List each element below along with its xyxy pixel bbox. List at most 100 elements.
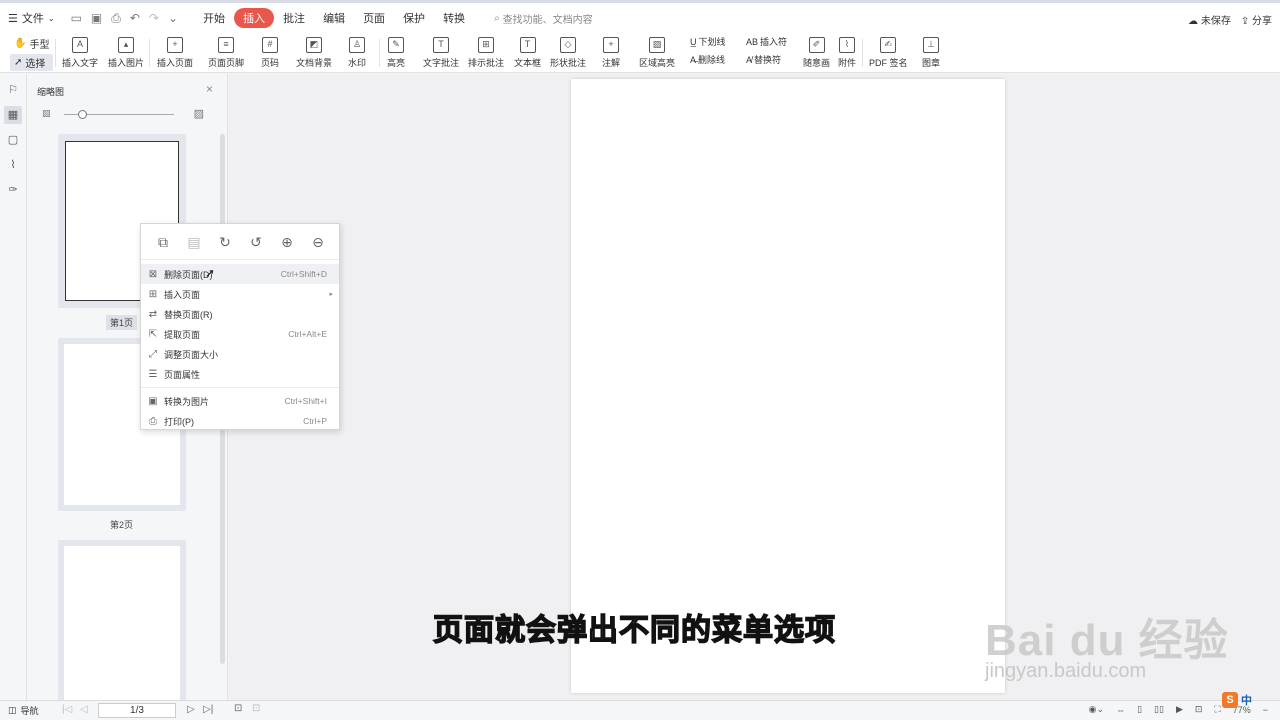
strikethrough-button[interactable]: A̶ 删除线 [690,53,725,66]
insert-page-button[interactable]: + 插入页面 [157,33,193,69]
save-icon[interactable]: ▣ [91,11,102,26]
watermark-brand: Bai du 经验 [985,616,1229,665]
select-tool-label: 选择 [25,59,46,70]
layout-comment-button[interactable]: ⊞ 排示批注 [468,33,504,69]
fit-width-icon[interactable]: ⇔ [1116,705,1125,715]
single-page-icon[interactable]: ▯ [1137,704,1142,715]
underline-button[interactable]: U̲ 下划线 [690,35,726,48]
zoom-out-icon[interactable]: ⊖ [309,233,327,251]
rotate-left-icon[interactable]: ↺ [247,233,265,251]
annotation-label: 注解 [602,58,621,68]
context-menu-icon-row: ⧉ ▤ ↻ ↺ ⊕ ⊖ [141,224,339,260]
menu-item-insert-page[interactable]: ⊞ 插入页面 ▸ [141,284,339,304]
background-icon: ◩ [306,37,322,53]
forward-view-icon[interactable]: ⊡ [252,703,260,714]
search-box[interactable]: ⌕ 查找功能、文档内容 [494,11,593,26]
watermark-button[interactable]: ♙ 水印 [348,33,366,69]
tab-start[interactable]: 开始 [194,8,234,28]
signature-panel-icon[interactable]: ✑ [4,181,22,199]
undo-icon[interactable]: ↶ [130,11,140,26]
highlighter-icon: ✎ [388,37,404,53]
annotation-button[interactable]: + 注解 [602,33,620,69]
highlight-button[interactable]: ✎ 高亮 [387,33,405,69]
comment-icon[interactable]: ▢ [4,131,22,149]
replace-page-icon: ⇄ [148,308,158,320]
freehand-label: 随意画 [803,58,831,68]
nav-label: 导航 [20,706,39,716]
actual-size-icon[interactable]: ⊡ [1195,704,1203,715]
menu-item-resize-page[interactable]: ⤢ 调整页面大小 [141,344,339,364]
last-page-icon[interactable]: ▷| [203,704,213,715]
replace-char-button[interactable]: A̸ 替换符 [746,53,781,66]
attachment-panel-icon[interactable]: ⌇ [4,156,22,174]
menu-item-print[interactable]: ⎙ 打印(P) Ctrl+P [141,411,339,431]
hand-icon: ✋ [14,38,27,49]
eye-protection-icon[interactable]: ◉⌄ [1089,704,1104,715]
insert-text-button[interactable]: A 插入文字 [62,33,98,69]
select-tool-button[interactable]: ➚ 选择 [10,54,54,71]
next-page-icon[interactable]: ▷ [187,704,195,715]
highlight-label: 高亮 [387,58,406,68]
menu-item-page-properties[interactable]: ☰ 页面属性 [141,364,339,384]
zoom-slider-icon[interactable]: − [1263,705,1268,715]
print-icon[interactable]: ⎙ [111,11,121,26]
copy-icon[interactable]: ⧉ [154,233,172,251]
double-page-icon[interactable]: ▯▯ [1154,704,1164,715]
text-box-button[interactable]: T 文本框 [514,33,541,69]
bookmark-icon[interactable]: ⚐ [4,81,22,99]
ime-language: 中 [1241,695,1252,707]
fit-page-icon[interactable]: ⛶ [1214,704,1220,715]
tab-convert[interactable]: 转换 [434,8,474,28]
prev-page-icon[interactable]: ◁ [80,704,88,715]
menu-item-delete-page[interactable]: ⊠ 删除页面(D) Ctrl+Shift+D [141,264,339,284]
page-number-input[interactable]: 1/3 [98,703,176,718]
page-context-menu: ⧉ ▤ ↻ ↺ ⊕ ⊖ ⊠ 删除页面(D) Ctrl+Shift+D ⊞ 插入页… [140,223,340,430]
share-button[interactable]: ⇪ 分享 [1241,12,1272,27]
back-view-icon[interactable]: ⊡ [234,703,242,714]
tab-page[interactable]: 页面 [354,8,394,28]
page-number-button[interactable]: # 页码 [261,33,279,69]
header-footer-button[interactable]: ≡ 页面页脚 [208,33,244,69]
hand-tool-button[interactable]: ✋ 手型 [10,35,53,52]
play-icon[interactable]: ▶ [1176,704,1183,715]
file-menu[interactable]: ☰ 文件 ⌄ [8,10,55,26]
slider-knob[interactable] [78,110,87,119]
pdf-sign-button[interactable]: ✍ PDF 签名 [869,33,908,69]
ime-indicator[interactable]: S 中 [1222,692,1252,708]
file-menu-label: 文件 [21,13,44,25]
page-thumbnail-3[interactable] [64,546,180,700]
pdf-page[interactable] [571,79,1005,693]
stamp-button[interactable]: ⊥ 图章 [922,33,940,69]
area-highlight-button[interactable]: ▨ 区域高亮 [639,33,675,69]
menu-item-convert-to-image[interactable]: ▣ 转换为图片 Ctrl+Shift+I [141,391,339,411]
page-thumbnail-label-2: 第2页 [110,520,134,530]
shape-comment-button[interactable]: ◇ 形状批注 [550,33,586,69]
shape-comment-label: 形状批注 [550,58,587,68]
insert-image-button[interactable]: ▴ 插入图片 [108,33,144,69]
thumbnail-icon[interactable]: ▦ [4,106,22,124]
first-page-icon[interactable]: |◁ [62,704,72,715]
doc-background-button[interactable]: ◩ 文档背景 [296,33,332,69]
menu-item-replace-page[interactable]: ⇄ 替换页面(R) [141,304,339,324]
open-folder-icon[interactable]: ▭ [71,11,82,26]
rotate-right-icon[interactable]: ↻ [216,233,234,251]
zoom-in-icon[interactable]: ⊕ [278,233,296,251]
text-comment-button[interactable]: T 文字批注 [423,33,459,69]
tab-edit[interactable]: 编辑 [314,8,354,28]
redo-icon[interactable]: ↷ [149,11,159,26]
close-icon[interactable]: × [206,82,213,96]
unsaved-label: 未保存 [1200,16,1231,27]
navigation-toggle[interactable]: ◫ 导航 [8,704,39,717]
tab-protect[interactable]: 保护 [394,8,434,28]
menu-item-extract-page[interactable]: ⇱ 提取页面 Ctrl+Alt+E [141,324,339,344]
tab-comment[interactable]: 批注 [274,8,314,28]
insert-char-button[interactable]: AB 插入符 [746,35,787,48]
attachment-button[interactable]: ⌇ 附件 [838,33,856,69]
freehand-button[interactable]: ✐ 随意画 [803,33,830,69]
customize-dropdown-icon[interactable]: ⌄ [168,11,178,26]
convert-image-icon: ▣ [148,395,158,407]
menu-item-label: 替换页面(R) [164,309,213,320]
tab-insert[interactable]: 插入 [234,8,275,28]
unsaved-status[interactable]: ☁ 未保存 [1188,12,1231,27]
thumbnail-zoom-slider[interactable]: ▨ ▨ [42,108,204,122]
